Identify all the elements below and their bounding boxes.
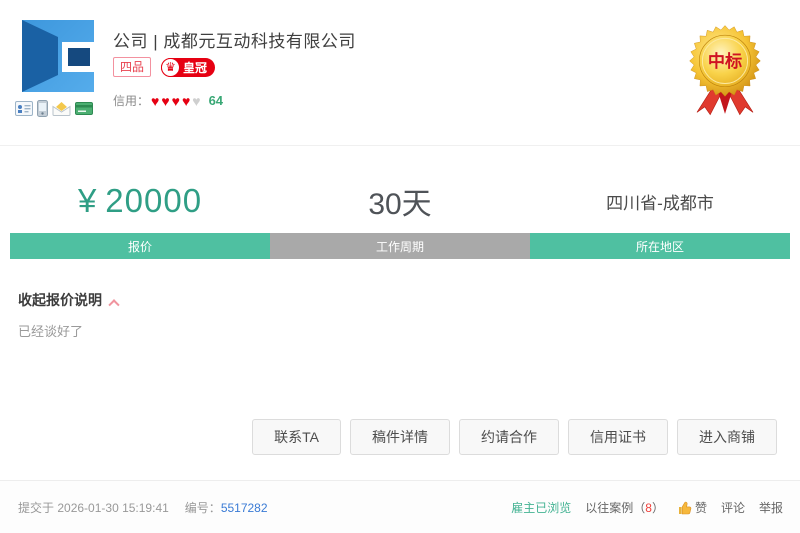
- seller-header: 公司 | 成都元互动科技有限公司 四品 ♛ 皇冠 信用： ♥♥♥♥♥ 64: [0, 0, 800, 146]
- crown-icon: ♛: [161, 58, 180, 77]
- medal-image: 中标: [686, 22, 764, 124]
- past-cases-suffix: ）: [652, 501, 664, 515]
- action-buttons: 联系TA 稿件详情 约请合作 信用证书 进入商铺: [252, 419, 777, 455]
- like-label: 赞: [695, 499, 707, 516]
- footer-actions: 雇主已浏览 以往案例（8） 赞 评论 举报: [511, 499, 783, 516]
- company-logo-image: [22, 20, 94, 92]
- id-card-icon: [15, 101, 33, 116]
- chevron-up-icon: [108, 299, 119, 310]
- past-cases-link[interactable]: 以往案例（8）: [585, 499, 664, 516]
- bid-card: 公司 | 成都元互动科技有限公司 四品 ♛ 皇冠 信用： ♥♥♥♥♥ 64: [0, 0, 800, 533]
- credit-row: 信用： ♥♥♥♥♥ 64: [113, 92, 223, 109]
- number-label: 编号：: [185, 499, 221, 516]
- bar-label-region: 所在地区: [530, 233, 790, 259]
- bar-label-duration: 工作周期: [270, 233, 530, 259]
- phone-icon: [37, 100, 48, 117]
- credit-certificate-button[interactable]: 信用证书: [568, 419, 668, 455]
- employer-viewed-status: 雇主已浏览: [511, 499, 571, 516]
- summary-bar: 报价 工作周期 所在地区: [10, 233, 790, 259]
- region-value: 四川省-成都市: [606, 189, 714, 214]
- verification-icons: [15, 100, 93, 117]
- past-cases-prefix: 以往案例（: [585, 501, 645, 515]
- quote-description-text: 已经谈好了: [18, 321, 83, 340]
- contact-button[interactable]: 联系TA: [252, 419, 341, 455]
- price-value: ¥20000: [78, 182, 202, 220]
- winning-bid-medal: 中标: [686, 22, 764, 124]
- duration-column: 30天: [270, 172, 530, 230]
- quote-description-toggle-label: 收起报价说明: [18, 290, 102, 310]
- card-footer: 提交于 2026-01-30 15:19:41 编号： 5517282 雇主已浏…: [0, 480, 800, 533]
- submission-detail-button[interactable]: 稿件详情: [350, 419, 450, 455]
- thumbs-up-icon: [678, 501, 692, 515]
- credit-hearts: ♥♥♥♥♥: [151, 94, 203, 108]
- region-column: 四川省-成都市: [530, 172, 790, 230]
- duration-value: 30天: [368, 179, 431, 223]
- bid-number-link[interactable]: 5517282: [221, 501, 268, 515]
- past-cases-count: 8: [645, 501, 652, 515]
- company-name[interactable]: 公司 | 成都元互动科技有限公司: [113, 27, 356, 52]
- credit-label: 信用：: [113, 92, 149, 109]
- submitted-label: 提交于: [18, 499, 54, 516]
- rank-badge: 四品: [113, 57, 151, 77]
- footer-meta: 提交于 2026-01-30 15:19:41 编号： 5517282: [18, 499, 268, 516]
- bank-card-icon: [75, 102, 93, 115]
- crown-badge-label: 皇冠: [183, 59, 207, 76]
- submitted-time: 2026-01-30 15:19:41: [57, 501, 168, 515]
- bar-label-duration-text: 工作周期: [376, 238, 424, 255]
- hearts-filled: ♥♥♥♥: [151, 93, 192, 109]
- currency-symbol: ¥: [78, 182, 97, 219]
- hearts-empty: ♥: [192, 93, 202, 109]
- report-button[interactable]: 举报: [759, 499, 783, 516]
- invite-cooperation-button[interactable]: 约请合作: [459, 419, 559, 455]
- bar-label-price-text: 报价: [128, 238, 152, 255]
- medal-text: 中标: [708, 51, 742, 71]
- bar-label-region-text: 所在地区: [636, 238, 684, 255]
- badge-row: 四品 ♛ 皇冠: [113, 57, 215, 77]
- comment-button[interactable]: 评论: [721, 499, 745, 516]
- summary-values: ¥20000 30天 四川省-成都市: [10, 172, 790, 230]
- bar-label-price: 报价: [10, 233, 270, 259]
- company-logo[interactable]: [22, 20, 94, 92]
- like-button[interactable]: 赞: [678, 499, 707, 516]
- quote-description-toggle[interactable]: 收起报价说明: [18, 290, 118, 310]
- price-column: ¥20000: [10, 172, 270, 230]
- crown-badge: ♛ 皇冠: [161, 58, 215, 77]
- enter-shop-button[interactable]: 进入商铺: [677, 419, 777, 455]
- credit-score: 64: [209, 93, 223, 108]
- email-icon: [52, 101, 71, 116]
- price-amount: 20000: [105, 182, 202, 219]
